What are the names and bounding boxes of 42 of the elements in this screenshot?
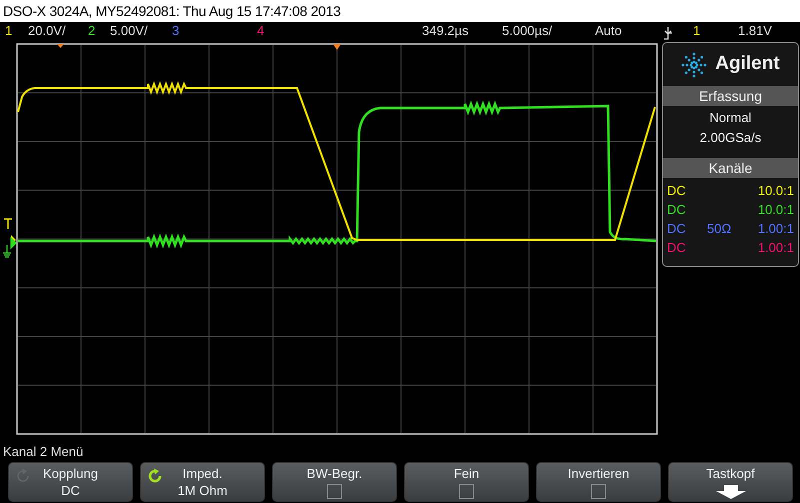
probe-ratio: 10.0:1 — [758, 201, 794, 219]
probe-ratio: 1.00:1 — [758, 239, 794, 257]
probe-ratio: 1.00:1 — [758, 220, 794, 238]
section-header: Kanäle — [663, 158, 798, 178]
coupling-label: DC — [667, 182, 687, 200]
delay-value: 349.2µs — [422, 22, 470, 40]
coupling-label: DC — [667, 220, 687, 238]
logo-icon — [681, 52, 708, 78]
trigger-source: 1 — [693, 22, 702, 40]
channel-number[interactable]: 1 — [5, 22, 28, 41]
channel-number[interactable]: 2 — [88, 22, 110, 41]
coupling-label: DC — [667, 201, 687, 219]
trigger-level-icon — [3, 218, 13, 230]
trigger-mode: Auto — [595, 22, 623, 40]
channel2-marker-icon — [2, 237, 17, 258]
sample-rate: 2.00GSa/s — [698, 129, 762, 147]
channel-scale: 20.0V/ — [28, 22, 67, 40]
menu-title: Kanal 2 Menü — [2, 443, 84, 461]
brand-name: Agilent — [715, 52, 780, 76]
reference-marker-icon — [57, 44, 64, 48]
channel-number[interactable]: 3 — [172, 22, 192, 41]
trigger-level: 1.81V — [738, 22, 773, 40]
timebase-value: 5.000µs/ — [502, 22, 554, 40]
probe-ratio: 10.0:1 — [758, 182, 794, 200]
softkey[interactable]: Invertieren — [536, 462, 661, 502]
trigger-slope-icon — [663, 24, 673, 37]
softkey[interactable]: Imped. 1M Ohm — [140, 462, 265, 502]
softkey[interactable]: BW-Begr. — [272, 462, 397, 502]
acquisition-mode: Normal — [708, 109, 752, 127]
window-title: DSO-X 3024A, MY52492081: Thu Aug 15 17:47:08 2013 — [0, 0, 800, 22]
channel-scale: 5.00V/ — [110, 22, 149, 40]
trigger-position-icon — [333, 44, 341, 50]
down-arrow-icon — [716, 485, 746, 499]
softkey[interactable]: Kopplung DC — [8, 462, 133, 502]
coupling-label: DC — [667, 239, 687, 257]
channel-number[interactable]: 4 — [257, 22, 277, 41]
softkey[interactable]: Fein — [404, 462, 529, 502]
softkey[interactable]: Tastkopf — [668, 462, 793, 502]
softkey-value: DC — [61, 482, 80, 499]
impedance-label: 50Ω — [707, 220, 732, 238]
section-header: Erfassung — [663, 86, 798, 106]
softkey-value: 1M Ohm — [178, 482, 228, 499]
